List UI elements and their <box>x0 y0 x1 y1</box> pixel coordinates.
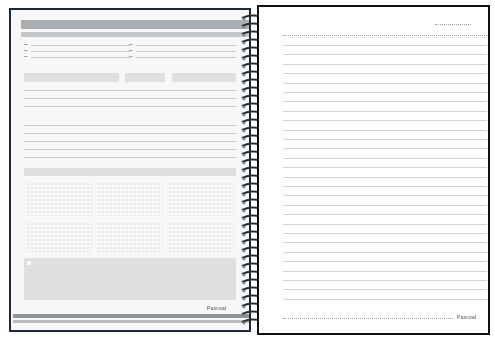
left-page: Pascoal <box>9 8 251 332</box>
notes-panel <box>24 258 236 300</box>
binding-hole <box>242 137 246 141</box>
binding-hole <box>242 33 246 37</box>
binding-hole <box>242 161 246 165</box>
ruled-line <box>283 214 487 216</box>
ruled-line <box>283 242 487 244</box>
ruled-line <box>283 73 487 75</box>
binding-hole <box>242 177 246 181</box>
ruled-line <box>283 298 487 300</box>
ruled-line <box>283 204 487 206</box>
ruled-line <box>283 110 487 112</box>
ruled-line <box>283 45 487 46</box>
binding-hole <box>242 265 246 269</box>
binding-hole <box>242 49 246 53</box>
binding-hole <box>242 201 246 205</box>
ruled-line <box>283 176 487 178</box>
ruled-line <box>283 261 487 263</box>
binding-hole <box>242 241 246 245</box>
binding-hole <box>242 209 246 213</box>
ruled-line <box>283 251 487 253</box>
bottom-bar-2 <box>13 320 249 323</box>
binding-hole <box>242 169 246 173</box>
top-header-bar <box>21 20 249 29</box>
ruled-line <box>283 186 487 187</box>
binding-hole <box>242 89 246 93</box>
binding-hole <box>242 105 246 109</box>
section-bar <box>24 168 236 176</box>
binding-hole <box>242 81 246 85</box>
binding-hole <box>242 113 246 117</box>
ruled-line <box>283 280 487 281</box>
ruled-line <box>283 82 487 84</box>
ruled-line <box>283 167 487 169</box>
dot-grid-2 <box>97 182 163 216</box>
binding-hole <box>242 17 246 21</box>
binding-hole <box>242 57 246 61</box>
binding-hole <box>242 41 246 45</box>
header-line <box>283 35 487 36</box>
dot-grid-5 <box>97 222 163 252</box>
ruled-line <box>283 157 487 159</box>
ruled-line <box>283 101 487 103</box>
binding-hole <box>242 97 246 101</box>
footer-line <box>283 318 453 319</box>
binding-hole <box>242 65 246 69</box>
ruled-line <box>283 233 487 234</box>
binding-hole <box>242 297 246 301</box>
ruled-line <box>283 195 487 197</box>
binding-hole <box>242 217 246 221</box>
binding-hole <box>242 193 246 197</box>
table-header-3 <box>172 73 236 82</box>
ruled-line <box>283 120 487 122</box>
ruled-line <box>283 54 487 56</box>
binding-hole <box>242 273 246 277</box>
binding-hole <box>242 289 246 293</box>
ruled-line <box>283 270 487 272</box>
dot-grid-3 <box>168 182 234 216</box>
brand-logo-right: Pascoal <box>457 315 477 321</box>
binding-hole <box>242 249 246 253</box>
ruled-line <box>283 139 487 140</box>
top-header-bar-2 <box>21 32 249 37</box>
ruled-line <box>283 289 487 291</box>
binding-hole <box>242 321 246 325</box>
ruled-line <box>283 129 487 131</box>
ruled-line <box>283 223 487 225</box>
binding-hole <box>242 73 246 77</box>
table-header-1 <box>24 73 119 82</box>
binding-hole <box>242 121 246 125</box>
binding-hole <box>242 129 246 133</box>
binding-hole <box>242 145 246 149</box>
right-page: Pascoal <box>257 5 490 335</box>
binding-hole <box>242 305 246 309</box>
date-line <box>435 24 471 25</box>
binding-hole <box>242 25 246 29</box>
binding-hole <box>242 281 246 285</box>
bottom-bar-1 <box>13 314 249 318</box>
ruled-line <box>283 148 487 150</box>
dot-grid-6 <box>168 222 234 252</box>
binding-hole <box>242 153 246 157</box>
ruled-line <box>283 63 487 65</box>
ruled-line <box>283 92 487 93</box>
brand-logo-left: Pascoal <box>207 306 227 312</box>
dot-grid-4 <box>26 222 92 252</box>
table-header-2 <box>125 73 165 82</box>
binding-hole <box>242 313 246 317</box>
dot-grid-1 <box>26 182 92 216</box>
binding-hole <box>242 233 246 237</box>
binding-hole <box>242 257 246 261</box>
binding-hole <box>242 225 246 229</box>
binding-hole <box>242 185 246 189</box>
